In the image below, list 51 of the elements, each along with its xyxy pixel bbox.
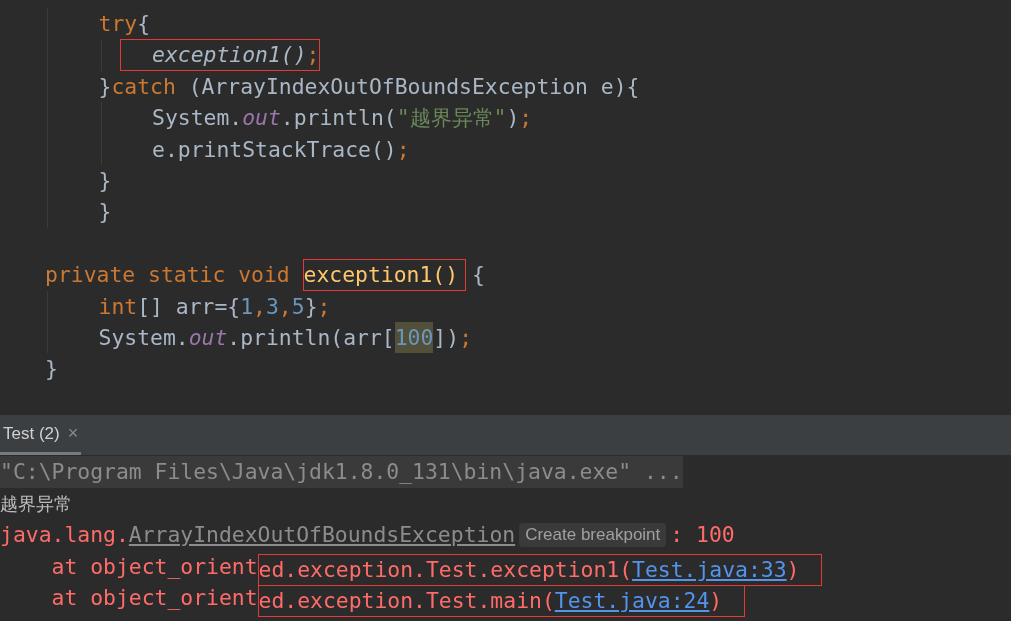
error-text: java.lang. (0, 521, 129, 550)
keyword-text: try (98, 10, 138, 38)
code-text: System. (98, 323, 189, 352)
keyword-text: int (98, 292, 138, 321)
code-text: { (471, 261, 485, 290)
code-text: } (98, 166, 112, 195)
field-text: out (242, 104, 281, 133)
code-text: { (137, 10, 151, 38)
semicolon-text: ; (459, 323, 472, 352)
error-text: at object_orient (50, 584, 258, 613)
number-literal: 100 (394, 321, 434, 354)
error-text: ed.exception.Test.main( (258, 587, 555, 616)
error-text: ) (709, 587, 723, 616)
close-icon[interactable]: × (67, 423, 79, 444)
code-text: System. (152, 104, 243, 133)
semicolon-text: ; (396, 135, 410, 164)
semicolon-text: ; (519, 104, 533, 133)
field-text: out (188, 323, 228, 352)
code-text: } (98, 198, 112, 227)
output-text: 越界异常 (0, 491, 72, 516)
error-text: at object_orient (50, 552, 258, 581)
method-call-text: exception1() (152, 41, 307, 70)
code-text: [] arr={ (137, 292, 241, 321)
code-text: ]) (433, 323, 460, 352)
source-link[interactable]: Test.java:24 (554, 585, 710, 617)
semicolon-text: , (278, 292, 292, 321)
error-text: ed.exception.Test.exception1( (258, 555, 633, 584)
error-text: : 100 (670, 521, 735, 550)
exception-link[interactable]: ArrayIndexOutOfBoundsException (128, 519, 516, 551)
method-name-text: exception1() (303, 261, 459, 290)
number-literal: 3 (265, 292, 279, 321)
number-literal: 5 (291, 292, 305, 321)
source-link[interactable]: Test.java:33 (632, 553, 787, 586)
string-literal: "越界异常" (396, 104, 507, 133)
code-text: ) (506, 104, 520, 133)
error-text: ) (786, 555, 800, 584)
create-breakpoint-hint[interactable]: Create breakpoint (519, 523, 667, 547)
code-text: .println( (280, 104, 397, 133)
number-literal: 1 (240, 292, 254, 321)
keyword-text: private static void (45, 261, 291, 290)
semicolon-text: , (253, 292, 266, 321)
code-text: } (304, 292, 318, 321)
code-text: .println(arr[ (227, 323, 395, 352)
keyword-text: catch (111, 72, 176, 101)
code-text: } (45, 355, 58, 384)
code-text: } (98, 72, 112, 101)
code-text: e.printStackTrace() (152, 135, 397, 164)
semicolon-text: ; (317, 292, 331, 321)
semicolon-text: ; (306, 41, 320, 70)
code-text: (ArrayIndexOutOfBoundsException e){ (187, 72, 640, 101)
command-line-text: "C:\Program Files\Java\jdk1.8.0_131\bin\java.exe" ... (0, 456, 683, 488)
